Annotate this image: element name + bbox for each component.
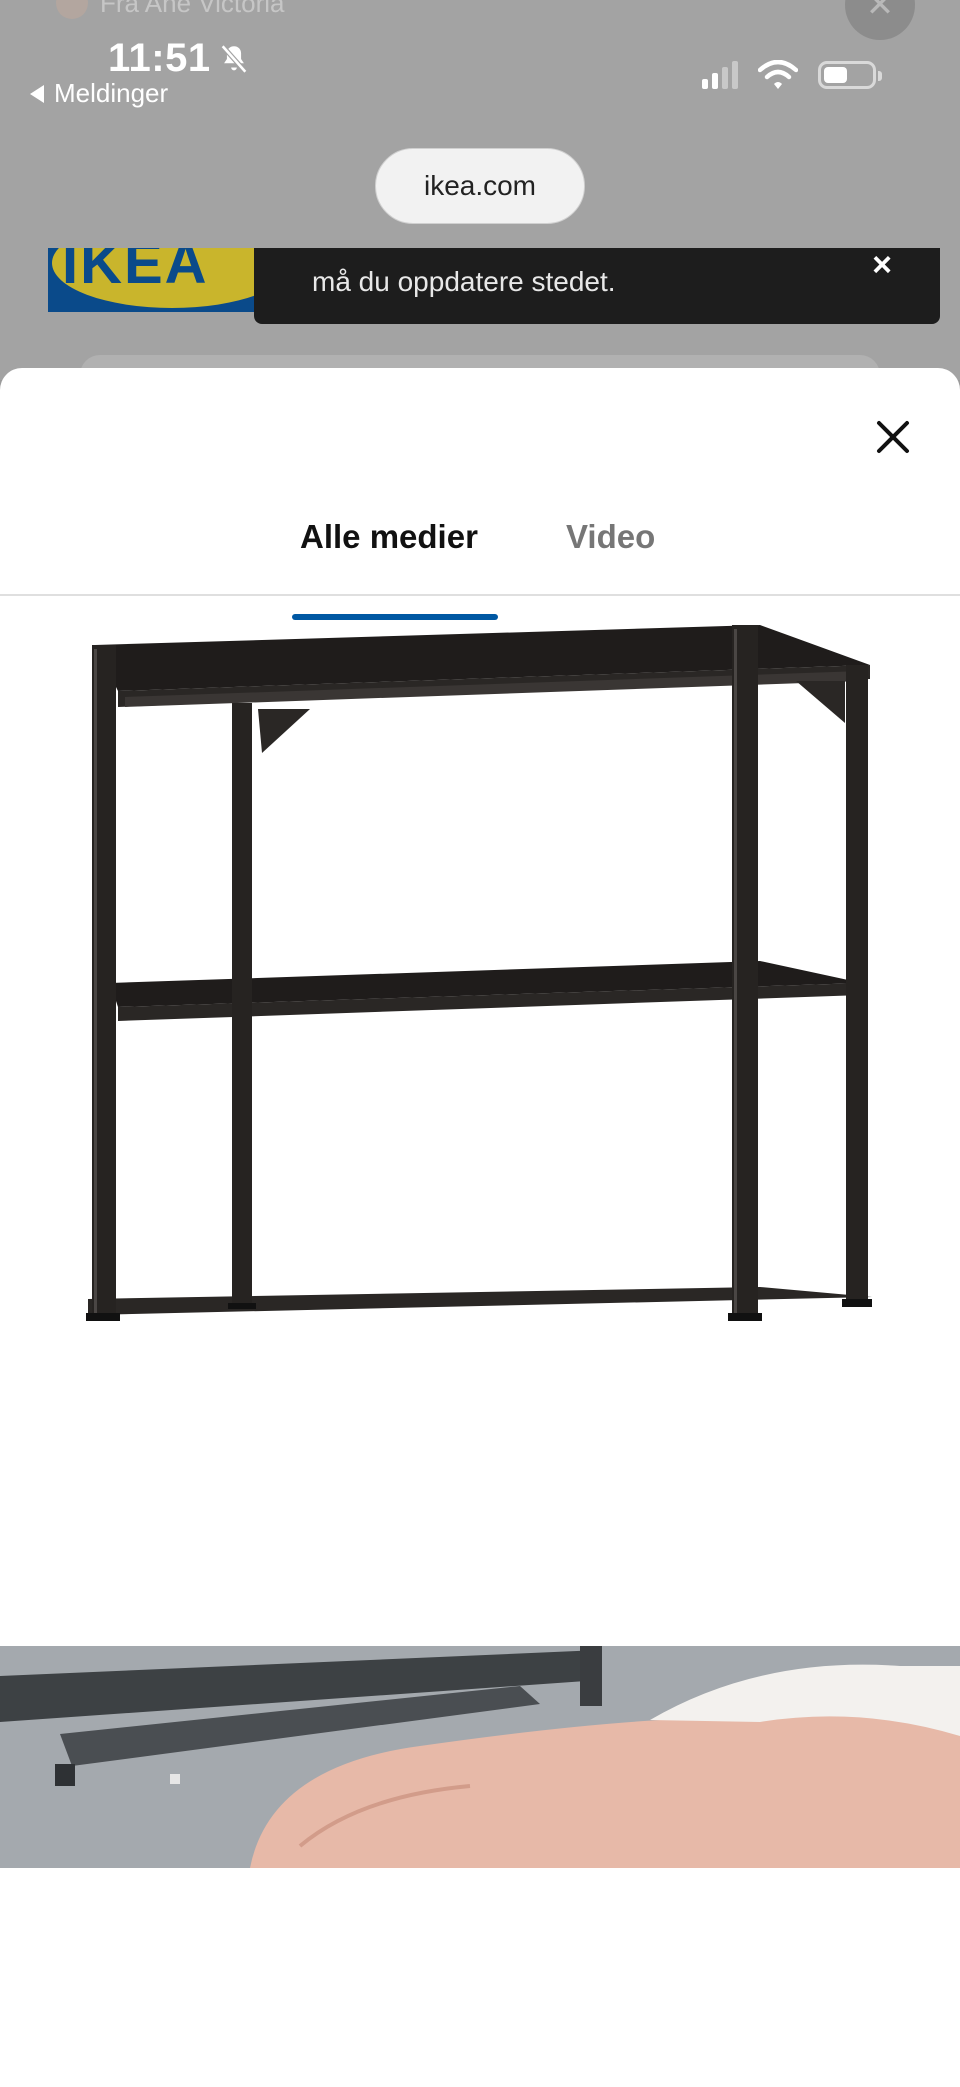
url-pill[interactable]: ikea.com — [375, 148, 585, 224]
video-thumbnail[interactable] — [0, 1646, 960, 1868]
silent-bell-icon — [220, 44, 247, 73]
media-sheet: Alle medier Video — [0, 368, 960, 2087]
notification-close-icon: ✕ — [845, 0, 915, 40]
background-page: Fra Ane Victoria ✕ 11:51 Meldinger ikea.… — [0, 0, 960, 380]
active-tab-indicator — [292, 614, 498, 620]
avatar — [56, 0, 88, 19]
tab-all-media[interactable]: Alle medier — [300, 518, 478, 556]
status-time: 11:51 — [108, 36, 251, 81]
status-icons — [702, 60, 882, 90]
wifi-icon — [758, 60, 798, 89]
close-icon — [877, 421, 909, 453]
video-frame-image — [0, 1646, 960, 1868]
battery-icon — [818, 61, 882, 89]
media-tabs: Alle medier Video — [0, 518, 960, 596]
close-button[interactable] — [866, 410, 920, 464]
notification-banner: Fra Ane Victoria — [56, 0, 285, 19]
logo-text: IKEA — [62, 248, 209, 296]
product-image[interactable] — [0, 623, 960, 1645]
notification-text: Fra Ane Victoria — [100, 0, 285, 18]
back-label: Meldinger — [54, 78, 169, 108]
back-arrow-icon — [30, 84, 44, 103]
tab-video[interactable]: Video — [566, 518, 655, 556]
cellular-signal-icon — [702, 61, 738, 89]
back-to-messages[interactable]: Meldinger — [30, 78, 168, 109]
location-toast: må du oppdatere stedet. × — [254, 246, 940, 324]
toast-message: må du oppdatere stedet. — [312, 266, 616, 297]
ikea-logo: IKEA — [48, 248, 258, 312]
shelf-frame-icon — [86, 625, 872, 1321]
toast-close-button[interactable]: × — [872, 246, 892, 285]
clock: 11:51 — [108, 36, 211, 80]
